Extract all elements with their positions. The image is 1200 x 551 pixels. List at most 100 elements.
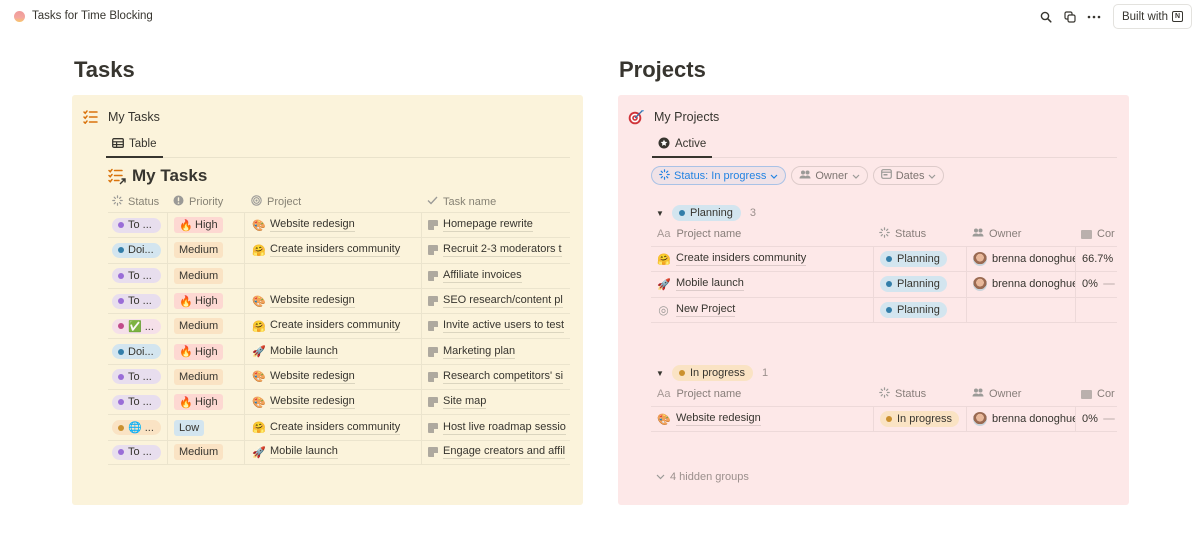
task-name-cell[interactable]: Invite active users to test bbox=[421, 314, 570, 339]
filter-owner[interactable]: Owner bbox=[791, 166, 868, 185]
task-project-cell[interactable]: 🎨 Website redesign bbox=[244, 390, 421, 415]
status-badge[interactable]: To ... bbox=[112, 293, 161, 309]
task-name-link[interactable]: Affiliate invoices bbox=[443, 269, 522, 283]
task-priority-cell[interactable]: 🔥 High bbox=[167, 288, 244, 314]
project-name-link[interactable]: Website redesign bbox=[676, 412, 761, 427]
status-badge[interactable]: Planning bbox=[880, 301, 947, 318]
task-name-link[interactable]: Research competitors' si bbox=[443, 370, 564, 384]
task-row[interactable]: To ... 🔥 High 🎨 Website redesign Site map bbox=[108, 389, 570, 415]
priority-tag[interactable]: 🔥 High bbox=[174, 293, 223, 310]
collapse-toggle-icon[interactable]: ▼ bbox=[656, 209, 666, 218]
status-badge[interactable]: To ... bbox=[112, 217, 161, 233]
project-row[interactable]: 🎨 Website redesign In progress brenna donog… bbox=[651, 407, 1117, 433]
task-priority-cell[interactable]: Medium bbox=[167, 440, 244, 464]
built-with-button[interactable]: Built with N bbox=[1112, 4, 1192, 29]
task-row[interactable]: To ... Medium 🎨 Website redesign Research co… bbox=[108, 363, 570, 390]
task-name-cell[interactable]: Homepage rewrite bbox=[421, 213, 570, 238]
priority-tag[interactable]: 🔥 High bbox=[174, 217, 223, 234]
project-row[interactable]: ◎ New Project Planning bbox=[651, 297, 1117, 323]
filter-status[interactable]: Status: In progress bbox=[651, 166, 787, 185]
task-priority-cell[interactable]: 🔥 High bbox=[167, 390, 244, 415]
task-priority-cell[interactable]: Medium bbox=[167, 364, 244, 390]
task-name-cell[interactable]: Marketing plan bbox=[421, 339, 570, 364]
status-badge[interactable]: To ... bbox=[112, 369, 161, 385]
task-name-cell[interactable]: Host live roadmap sessio bbox=[421, 415, 570, 440]
tasks-database-title[interactable]: My Tasks bbox=[82, 108, 160, 125]
column-header-priority[interactable]: Priority bbox=[167, 192, 244, 212]
task-name-link[interactable]: Site map bbox=[443, 395, 487, 410]
task-status-cell[interactable]: To ... bbox=[108, 441, 167, 464]
status-badge[interactable]: To ... bbox=[112, 394, 161, 410]
column-header-project-name[interactable]: Aa Project name bbox=[651, 222, 873, 246]
task-priority-cell[interactable]: Medium bbox=[167, 263, 244, 288]
task-name-link[interactable]: Homepage rewrite bbox=[443, 218, 533, 233]
project-status-cell[interactable]: Planning bbox=[873, 272, 966, 297]
task-status-cell[interactable]: To ... bbox=[108, 365, 167, 389]
task-row[interactable]: Doi... 🔥 High 🚀 Mobile launch Marketing plan bbox=[108, 338, 570, 364]
task-project-cell[interactable]: 🚀 Mobile launch bbox=[244, 440, 421, 464]
filter-dates[interactable]: Dates bbox=[872, 166, 945, 185]
project-owner-cell[interactable]: brenna donoghue bbox=[966, 247, 1075, 272]
task-project-cell[interactable]: 🎨 Website redesign bbox=[244, 288, 421, 314]
priority-tag[interactable]: Low bbox=[174, 419, 205, 436]
task-row[interactable]: To ... Medium 🚀 Mobile launch Engage creator… bbox=[108, 439, 570, 465]
search-icon[interactable] bbox=[1034, 5, 1058, 29]
task-priority-cell[interactable]: Low bbox=[167, 415, 244, 440]
task-status-cell[interactable]: To ... bbox=[108, 264, 167, 288]
project-link[interactable]: Create insiders community bbox=[270, 421, 401, 435]
project-link[interactable]: Mobile launch bbox=[270, 345, 338, 359]
project-status-cell[interactable]: Planning bbox=[873, 297, 966, 322]
status-badge[interactable]: ✅ ... bbox=[112, 318, 161, 334]
group-header[interactable]: ▼ Planning 3 bbox=[656, 205, 756, 221]
task-status-cell[interactable]: ✅ ... bbox=[108, 314, 167, 338]
status-badge[interactable]: Doi... bbox=[112, 344, 161, 360]
task-row[interactable]: To ... Medium Affiliate invoices bbox=[108, 262, 570, 288]
priority-tag[interactable]: Medium bbox=[174, 242, 224, 259]
task-name-link[interactable]: Marketing plan bbox=[443, 345, 516, 359]
status-badge[interactable]: To ... bbox=[112, 268, 161, 284]
task-name-cell[interactable]: Recruit 2-3 moderators t bbox=[421, 238, 570, 263]
task-project-cell[interactable] bbox=[244, 263, 421, 288]
status-badge[interactable]: 🌐 ... bbox=[112, 420, 161, 436]
task-row[interactable]: ✅ ... Medium 🤗 Create insiders community Inv… bbox=[108, 313, 570, 339]
task-project-cell[interactable]: 🎨 Website redesign bbox=[244, 364, 421, 390]
task-name-link[interactable]: Invite active users to test bbox=[443, 319, 565, 334]
task-project-cell[interactable]: 🤗 Create insiders community bbox=[244, 415, 421, 440]
project-link[interactable]: Website redesign bbox=[270, 294, 355, 309]
status-badge[interactable]: In progress bbox=[880, 411, 960, 428]
column-header-project-name[interactable]: Aa Project name bbox=[651, 382, 873, 406]
project-name-link[interactable]: New Project bbox=[676, 303, 736, 317]
project-status-cell[interactable]: Planning bbox=[873, 247, 966, 272]
project-row[interactable]: 🚀 Mobile launch Planning brenna donoghue 0% bbox=[651, 272, 1117, 298]
task-name-cell[interactable]: SEO research/content pl bbox=[421, 288, 570, 314]
column-header-completion[interactable]: Cor bbox=[1075, 222, 1117, 246]
column-header-status[interactable]: Status bbox=[873, 222, 966, 246]
project-name-cell[interactable]: ◎ New Project bbox=[651, 298, 873, 322]
task-priority-cell[interactable]: Medium bbox=[167, 314, 244, 339]
task-priority-cell[interactable]: 🔥 High bbox=[167, 213, 244, 238]
project-status-cell[interactable]: In progress bbox=[873, 407, 966, 432]
duplicate-icon[interactable] bbox=[1058, 5, 1082, 29]
task-name-link[interactable]: Engage creators and affil bbox=[443, 445, 566, 460]
tab-table[interactable]: Table bbox=[106, 131, 163, 158]
task-row[interactable]: Doi... Medium 🤗 Create insiders community Re… bbox=[108, 237, 570, 263]
column-header-status[interactable]: Status bbox=[873, 382, 966, 406]
status-badge[interactable]: Doi... bbox=[112, 242, 161, 258]
project-name-cell[interactable]: 🤗 Create insiders community bbox=[651, 247, 873, 271]
task-name-cell[interactable]: Engage creators and affil bbox=[421, 440, 570, 464]
project-name-cell[interactable]: 🎨 Website redesign bbox=[651, 407, 873, 431]
task-priority-cell[interactable]: 🔥 High bbox=[167, 339, 244, 364]
task-name-link[interactable]: SEO research/content pl bbox=[443, 294, 563, 309]
task-status-cell[interactable]: To ... bbox=[108, 213, 167, 237]
status-badge[interactable]: Planning bbox=[880, 276, 947, 293]
task-name-link[interactable]: Recruit 2-3 moderators t bbox=[443, 243, 562, 258]
project-link[interactable]: Create insiders community bbox=[270, 243, 401, 258]
task-status-cell[interactable]: Doi... bbox=[108, 238, 167, 262]
task-status-cell[interactable]: Doi... bbox=[108, 339, 167, 363]
project-owner-cell[interactable] bbox=[966, 297, 1075, 322]
task-row[interactable]: 🌐 ... Low 🤗 Create insiders community Host l… bbox=[108, 414, 570, 440]
column-header-owner[interactable]: Owner bbox=[966, 222, 1075, 246]
tasks-view-title[interactable]: My Tasks bbox=[108, 166, 207, 186]
priority-tag[interactable]: Medium bbox=[174, 368, 224, 385]
task-project-cell[interactable]: 🤗 Create insiders community bbox=[244, 314, 421, 339]
